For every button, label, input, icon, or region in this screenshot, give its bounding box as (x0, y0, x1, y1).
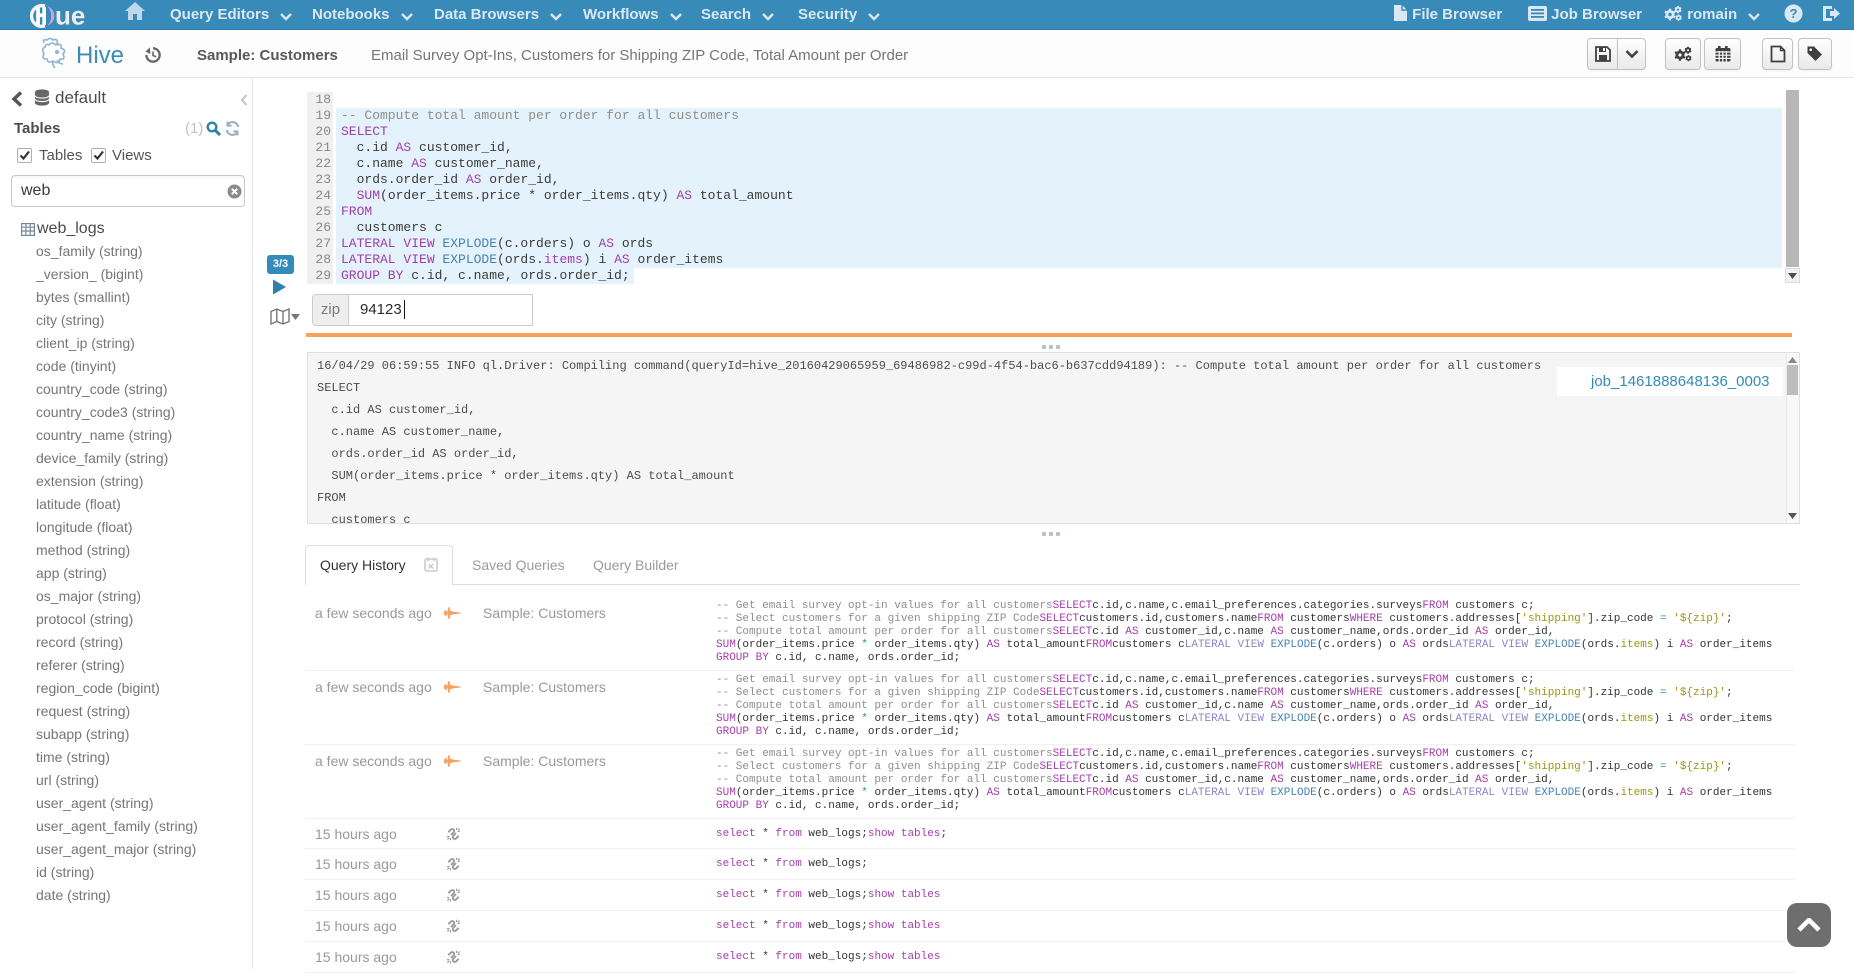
svg-text:ue: ue (55, 3, 85, 29)
svg-text:?: ? (1790, 6, 1798, 21)
